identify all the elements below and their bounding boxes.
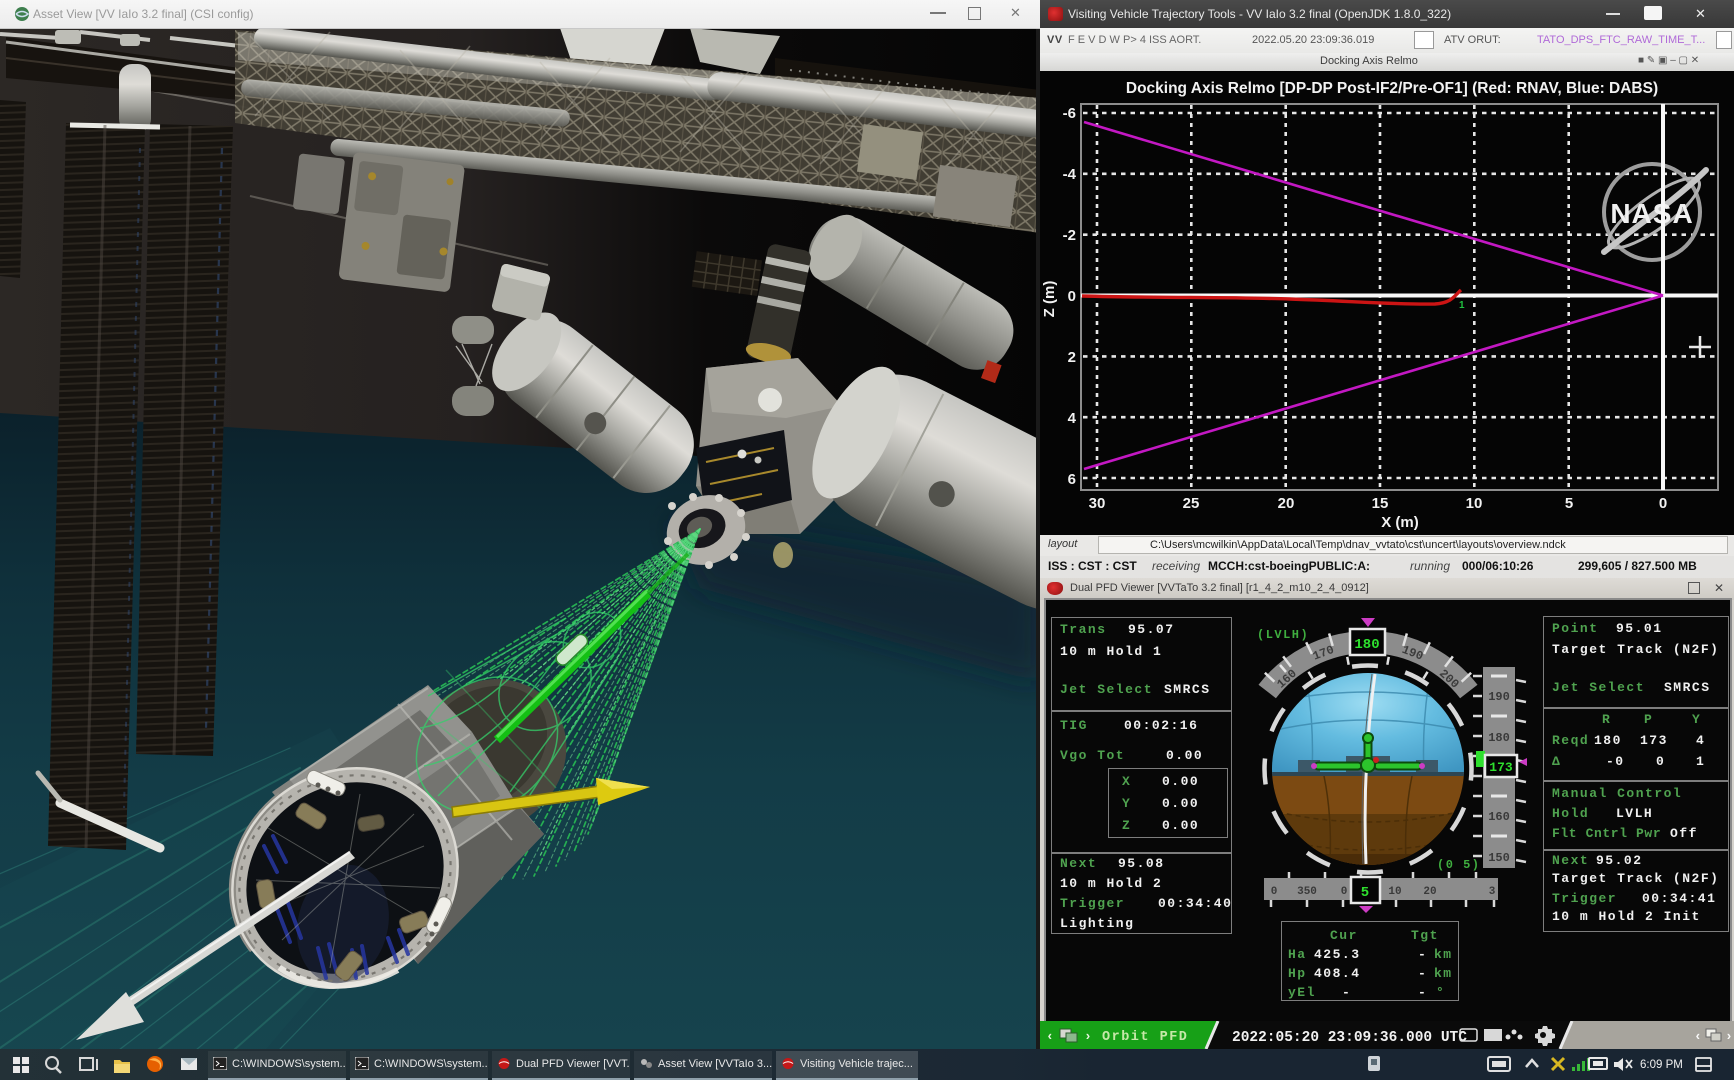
svg-text:1: 1 (1459, 300, 1465, 311)
svg-text:-2: -2 (1063, 227, 1076, 244)
svg-text:150: 150 (1488, 851, 1510, 865)
svg-text:(0 5): (0 5) (1437, 858, 1481, 872)
svg-text:Z (m): Z (m) (1041, 281, 1058, 318)
svg-text:-4: -4 (1063, 166, 1077, 183)
svg-text:5: 5 (1565, 495, 1573, 512)
svg-text:4: 4 (1068, 410, 1077, 427)
svg-text:‹: ‹ (1694, 1029, 1702, 1044)
svg-text:160: 160 (1488, 810, 1510, 824)
svg-text:(LVLH): (LVLH) (1257, 628, 1309, 642)
svg-text:‹: ‹ (1046, 1029, 1054, 1044)
svg-text:NASA: NASA (1610, 198, 1693, 229)
svg-text:3: 3 (1489, 886, 1496, 898)
svg-text:›: › (1084, 1029, 1092, 1044)
svg-text:0: 0 (1341, 886, 1348, 898)
svg-text:20: 20 (1278, 495, 1295, 512)
svg-text:0: 0 (1659, 495, 1667, 512)
svg-text:15: 15 (1372, 495, 1389, 512)
svg-text:-6: -6 (1063, 105, 1076, 122)
svg-text:›: › (1725, 1029, 1733, 1044)
svg-text:190: 190 (1488, 690, 1510, 704)
svg-text:20: 20 (1423, 886, 1436, 898)
svg-text:2022:05:20 23:09:36.000 UTC: 2022:05:20 23:09:36.000 UTC (1232, 1030, 1467, 1046)
svg-text:25: 25 (1183, 495, 1200, 512)
svg-text:6: 6 (1068, 471, 1076, 488)
svg-text:Docking Axis Relmo [DP-DP Post: Docking Axis Relmo [DP-DP Post-IF2/Pre-O… (1126, 80, 1658, 97)
svg-text:0: 0 (1271, 886, 1278, 898)
svg-text:30: 30 (1089, 495, 1106, 512)
svg-text:10: 10 (1466, 495, 1483, 512)
svg-text:0: 0 (1068, 288, 1076, 305)
svg-text:350: 350 (1297, 886, 1317, 898)
svg-text:X (m): X (m) (1381, 514, 1419, 531)
svg-text:6:09 PM: 6:09 PM (1640, 1059, 1683, 1071)
svg-text:2: 2 (1068, 349, 1076, 366)
svg-text:10: 10 (1388, 886, 1401, 898)
svg-text:5: 5 (1361, 885, 1369, 901)
svg-text:Orbit PFD: Orbit PFD (1102, 1030, 1188, 1045)
svg-text:180: 180 (1354, 637, 1379, 653)
svg-text:180: 180 (1488, 731, 1510, 745)
svg-text:173: 173 (1489, 760, 1513, 775)
